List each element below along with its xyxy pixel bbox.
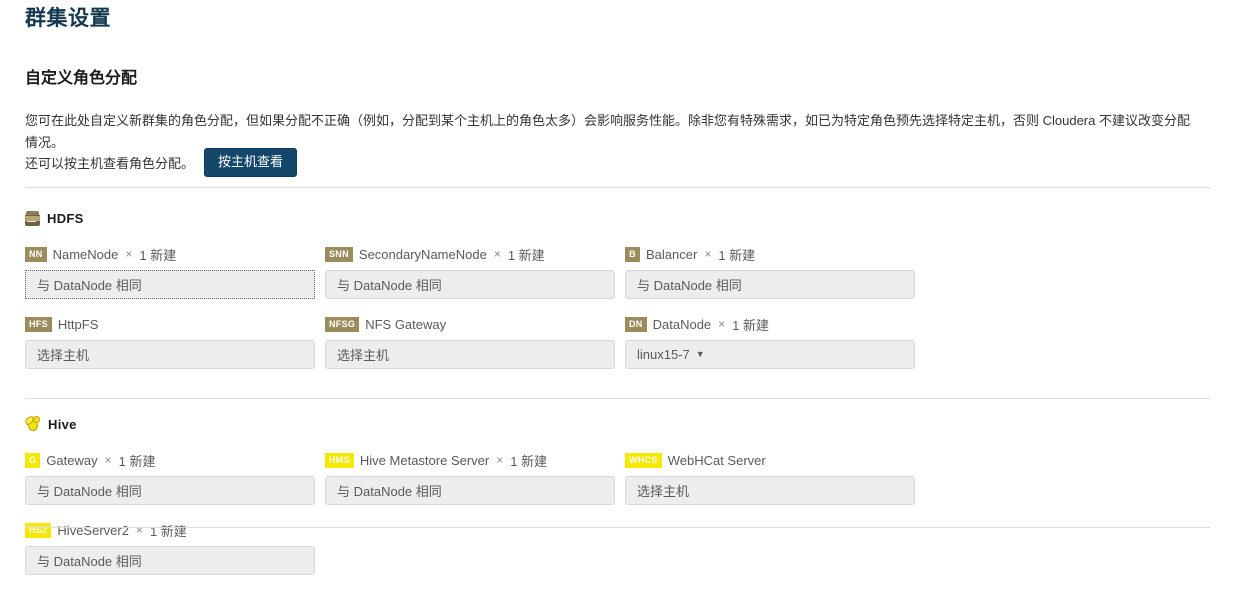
host-view-row: 还可以按主机查看角色分配。 按主机查看 (25, 148, 298, 178)
role-name: Gateway (46, 452, 98, 468)
role-count: 1 新建 (118, 453, 156, 469)
role-name: Hive Metastore Server (359, 452, 490, 468)
service-group-hdfs: HDFS NN NameNode × 1 新建 与 DataNode 相同 SN… (25, 208, 1215, 385)
host-select-balancer[interactable]: 与 DataNode 相同 (625, 270, 915, 299)
view-by-host-button[interactable]: 按主机查看 (204, 148, 298, 178)
host-select-nfs-gateway[interactable]: 选择主机 (325, 340, 615, 369)
role-badge-hs2: HS2 (25, 522, 52, 538)
host-view-hint: 还可以按主机查看角色分配。 (25, 156, 195, 172)
role-times-symbol: × (496, 453, 504, 467)
host-select-value: 选择主机 (637, 484, 690, 499)
role-times-symbol: × (704, 247, 712, 261)
role-name: WebHCat Server (667, 452, 766, 468)
service-name-hdfs: HDFS (47, 210, 84, 226)
role-label: NFSG NFS Gateway (325, 315, 615, 333)
role-grid-hive: G Gateway × 1 新建 与 DataNode 相同 HMS Hive … (25, 451, 1215, 591)
role-grid-hdfs: NN NameNode × 1 新建 与 DataNode 相同 SNN Sec… (25, 245, 1215, 385)
role-label: G Gateway × 1 新建 (25, 451, 315, 469)
role-label: DN DataNode × 1 新建 (625, 315, 915, 333)
role-times-symbol: × (135, 523, 143, 537)
host-select-value: 与 DataNode 相同 (637, 278, 742, 293)
page-title: 群集设置 (25, 7, 111, 30)
service-header-hive: Hive (24, 414, 1215, 434)
role-label: HFS HttpFS (25, 315, 315, 333)
role-name: NameNode (52, 246, 119, 262)
role-cell-httpfs: HFS HttpFS 选择主机 (25, 315, 325, 369)
role-cell-webhcat-server: WHCS WebHCat Server 选择主机 (625, 451, 925, 505)
role-label: NN NameNode × 1 新建 (25, 245, 315, 263)
host-select-namenode[interactable]: 与 DataNode 相同 (25, 270, 315, 299)
cluster-setup-page: 群集设置 自定义角色分配 您可在此处自定义新群集的角色分配，但如果分配不正确（例… (0, 0, 1237, 575)
role-count: 1 新建 (507, 247, 545, 263)
role-count: 1 新建 (732, 317, 770, 333)
host-select-value: 选择主机 (337, 348, 390, 363)
divider-top (25, 187, 1210, 188)
role-cell-secondarynamenode: SNN SecondaryNameNode × 1 新建 与 DataNode … (325, 245, 625, 299)
role-cell-hive-metastore-server: HMS Hive Metastore Server × 1 新建 与 DataN… (325, 451, 625, 505)
host-select-value: linux15-7 (637, 347, 690, 362)
host-select-value: 与 DataNode 相同 (37, 484, 142, 499)
role-count: 1 新建 (149, 523, 187, 539)
host-select-webhcat-server[interactable]: 选择主机 (625, 476, 915, 505)
role-cell-hiveserver2: HS2 HiveServer2 × 1 新建 与 DataNode 相同 (25, 521, 325, 575)
role-label: SNN SecondaryNameNode × 1 新建 (325, 245, 615, 263)
service-header-hdfs: HDFS (25, 208, 1215, 228)
host-select-value: 与 DataNode 相同 (37, 278, 142, 293)
role-badge-nn: NN (25, 246, 47, 262)
role-badge-hfs: HFS (25, 316, 52, 332)
section-title: 自定义角色分配 (25, 70, 138, 87)
role-count: 1 新建 (139, 247, 177, 263)
host-select-value: 与 DataNode 相同 (337, 278, 442, 293)
host-select-gateway[interactable]: 与 DataNode 相同 (25, 476, 315, 505)
role-times-symbol: × (104, 453, 112, 467)
role-cell-datanode: DN DataNode × 1 新建 linux15-7 ▼ (625, 315, 925, 369)
role-name: NFS Gateway (365, 316, 447, 332)
role-badge-g: G (25, 452, 41, 468)
role-count: 1 新建 (718, 247, 756, 263)
role-badge-dn: DN (625, 316, 647, 332)
role-name: SecondaryNameNode (358, 246, 487, 262)
host-select-httpfs[interactable]: 选择主机 (25, 340, 315, 369)
role-times-symbol: × (493, 247, 501, 261)
role-name: DataNode (652, 316, 712, 332)
role-label: HMS Hive Metastore Server × 1 新建 (325, 451, 615, 469)
host-select-hiveserver2[interactable]: 与 DataNode 相同 (25, 546, 315, 575)
host-select-hive-metastore-server[interactable]: 与 DataNode 相同 (325, 476, 615, 505)
role-badge-nfsg: NFSG (325, 316, 360, 332)
role-name: HiveServer2 (57, 522, 129, 538)
service-group-hive: Hive G Gateway × 1 新建 与 DataNode 相同 HMS … (24, 414, 1215, 591)
role-label: B Balancer × 1 新建 (625, 245, 915, 263)
role-badge-b: B (625, 246, 640, 262)
hdfs-icon (25, 210, 40, 226)
divider-bottom (25, 527, 1210, 528)
service-name-hive: Hive (48, 416, 77, 432)
divider-middle (25, 398, 1210, 399)
role-times-symbol: × (718, 317, 726, 331)
role-label: HS2 HiveServer2 × 1 新建 (25, 521, 315, 539)
hive-icon (24, 415, 41, 432)
host-select-datanode[interactable]: linux15-7 ▼ (625, 340, 915, 369)
role-label: WHCS WebHCat Server (625, 451, 915, 469)
host-select-value: 与 DataNode 相同 (37, 554, 142, 569)
role-cell-nfs-gateway: NFSG NFS Gateway 选择主机 (325, 315, 625, 369)
chevron-down-icon: ▼ (695, 349, 705, 359)
role-cell-gateway: G Gateway × 1 新建 与 DataNode 相同 (25, 451, 325, 505)
host-select-secondarynamenode[interactable]: 与 DataNode 相同 (325, 270, 615, 299)
role-badge-snn: SNN (325, 246, 353, 262)
role-count: 1 新建 (510, 453, 548, 469)
role-badge-hms: HMS (325, 452, 354, 468)
role-name: Balancer (646, 246, 698, 262)
role-cell-namenode: NN NameNode × 1 新建 与 DataNode 相同 (25, 245, 325, 299)
role-name: HttpFS (57, 316, 99, 332)
role-times-symbol: × (125, 247, 133, 261)
role-badge-whcs: WHCS (625, 452, 662, 468)
host-select-value: 选择主机 (37, 348, 90, 363)
role-cell-balancer: B Balancer × 1 新建 与 DataNode 相同 (625, 245, 925, 299)
host-select-value: 与 DataNode 相同 (337, 484, 442, 499)
